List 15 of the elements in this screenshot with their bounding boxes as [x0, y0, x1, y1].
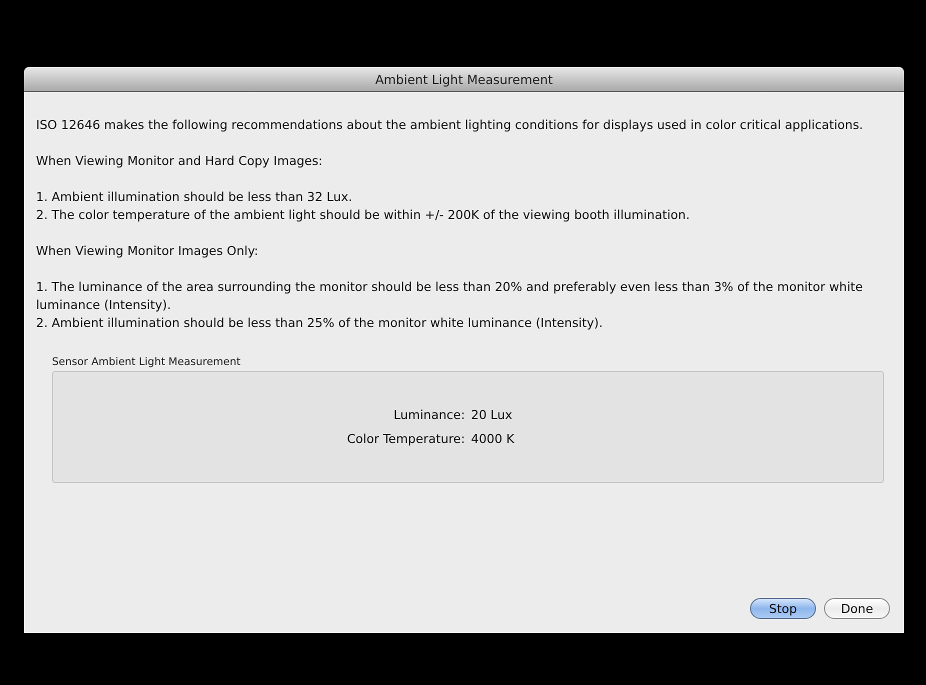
list-item-text: 2. Ambient illumination should be less than 25% of the monitor white luminance (Intensity). [36, 315, 604, 332]
group-title: Sensor Ambient Light Measurement [52, 356, 241, 368]
reading-value: 4000 K [471, 432, 514, 446]
push-button[interactable]: Done [824, 598, 890, 619]
paragraph-text: ISO 12646 makes the following recommendations about the ambient lighting conditions for displays used in color critical applications. [36, 117, 864, 134]
list-item-text: 2. The color temperature of the ambient light should be within +/- 200K of the viewing booth illumination. [36, 207, 691, 224]
paragraph-text: When Viewing Monitor and Hard Copy Images: [36, 153, 324, 170]
list-item-text: 1. The luminance of the area surrounding the monitor should be less than 20% and preferably even less than 3% of the monitor white luminance (Intensity). [36, 279, 864, 314]
reading-label: Luminance: [394, 408, 465, 422]
reading-value: 20 Lux [471, 408, 512, 422]
reading-label: Color Temperature: [346, 432, 465, 446]
list-item-text: 1. Ambient illumination should be less than 32 Lux. [36, 189, 354, 206]
paragraph-text: When Viewing Monitor Images Only: [36, 243, 260, 260]
default-button[interactable]: Stop [750, 598, 816, 619]
window-title: Ambient Light Measurement [375, 72, 553, 86]
